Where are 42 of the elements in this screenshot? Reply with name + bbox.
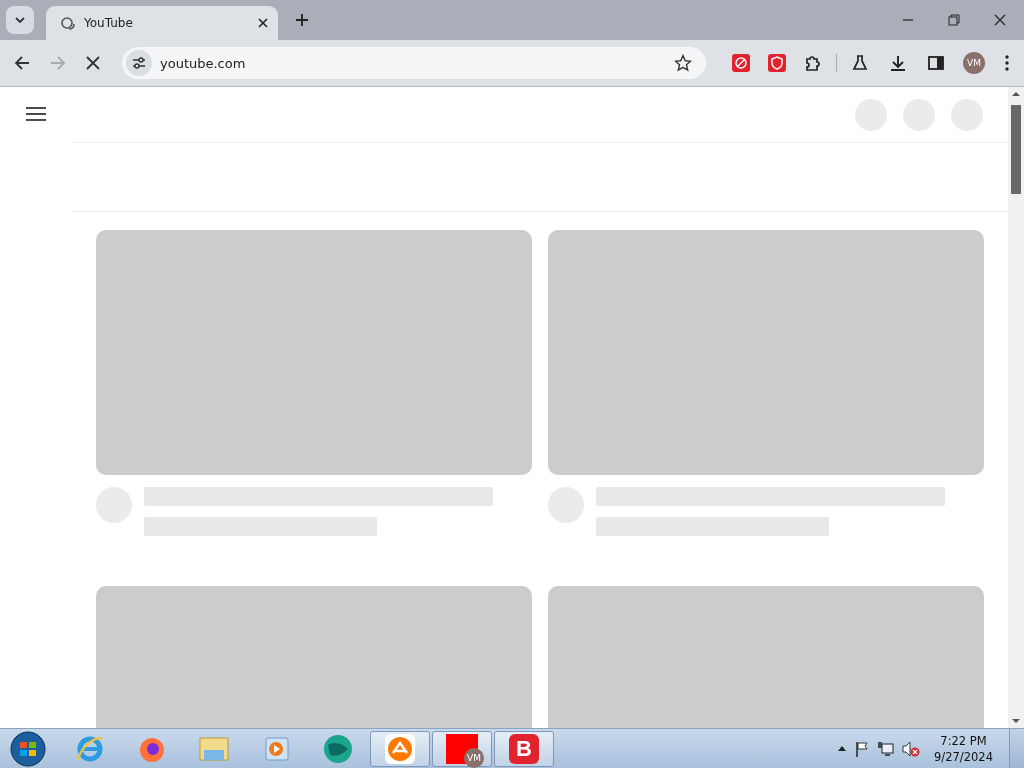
new-tab-icon[interactable] [296,14,308,26]
star-icon[interactable] [674,54,692,72]
extensions-icon[interactable] [804,54,822,72]
show-hidden-icons[interactable] [838,746,847,751]
muted-speaker-icon[interactable] [902,740,921,757]
scroll-down-icon[interactable] [1012,718,1020,724]
menu-icon[interactable] [26,107,46,121]
stop-icon[interactable] [86,56,100,70]
restore-icon[interactable] [948,14,960,26]
antivirus-app-icon [385,733,415,764]
taskbar-app[interactable]: VM [432,730,492,767]
app-badge: VM [464,747,484,768]
flag-icon[interactable] [854,740,871,757]
clock-date[interactable]: 9/27/2024 [934,748,993,765]
app-logo: B [509,733,539,764]
close-icon[interactable] [258,18,268,28]
target-extension-icon[interactable] [732,54,750,72]
globe-icon [322,732,354,765]
tab-title: YouTube [84,16,134,30]
browser-tab[interactable]: YouTube [46,6,278,40]
side-panel-icon[interactable] [927,54,945,72]
profile-avatar[interactable]: VM [963,52,985,74]
shield-extension-icon[interactable] [768,54,786,72]
scrollbar[interactable] [1008,87,1024,728]
scrollbar-thumb[interactable] [1011,105,1021,194]
address-text: youtube.com [160,55,247,71]
menu-icon[interactable] [1005,55,1009,71]
loading-favicon-icon [60,15,76,31]
site-info-icon[interactable] [126,50,152,76]
close-icon[interactable] [994,14,1006,26]
network-icon[interactable] [878,740,895,757]
chevron-down-icon [15,17,25,23]
tab-search-button[interactable] [6,6,34,34]
address-bar[interactable]: youtube.com [122,47,706,79]
start-button[interactable] [10,730,46,767]
scroll-up-icon[interactable] [1012,91,1020,97]
taskbar-app[interactable] [370,730,430,767]
clock-time[interactable]: 7:22 PM [940,732,987,749]
taskbar-app[interactable]: B [494,730,554,767]
back-icon[interactable] [14,55,30,71]
download-icon[interactable] [889,54,907,72]
flask-icon[interactable] [851,54,869,72]
